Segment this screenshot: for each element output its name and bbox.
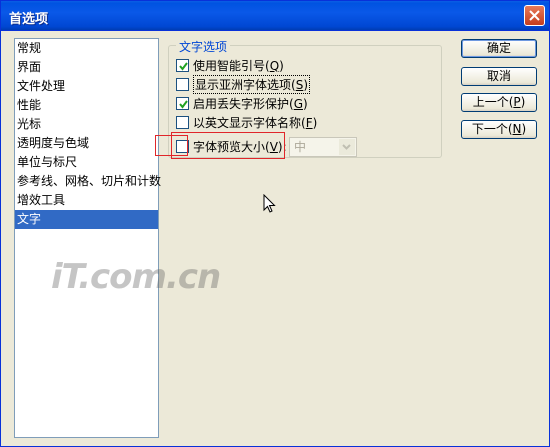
nav-item[interactable]: 透明度与色域 <box>15 134 158 153</box>
mouse-cursor-icon <box>263 194 276 213</box>
highlight-box-label <box>171 132 285 159</box>
english-font-names-option[interactable]: 以英文显示字体名称(F) <box>176 114 317 130</box>
english-font-names-checkbox[interactable] <box>176 115 189 129</box>
chevron-down-icon <box>342 144 351 150</box>
preview-size-value: 中 <box>294 140 307 154</box>
asian-options-option[interactable]: 显示亚洲字体选项(S) <box>176 74 310 94</box>
previous-button[interactable]: 上一个(P) <box>461 93 537 112</box>
close-button[interactable] <box>524 5 545 26</box>
window-title: 首选项 <box>9 12 49 27</box>
preview-size-select[interactable]: 中 <box>289 137 357 157</box>
smart-quotes-checkbox[interactable] <box>176 58 189 72</box>
nav-item[interactable]: 界面 <box>15 58 158 77</box>
watermark-logo: iT.com.cn <box>51 257 221 297</box>
ok-button[interactable]: 确定 <box>461 39 537 58</box>
checkmark-icon <box>179 61 188 71</box>
missing-glyph-option[interactable]: 启用丢失字形保护(G) <box>176 95 308 111</box>
smart-quotes-option[interactable]: 使用智能引号(Q) <box>176 57 284 73</box>
close-icon <box>529 10 540 21</box>
missing-glyph-checkbox[interactable] <box>176 96 189 110</box>
asian-options-checkbox[interactable] <box>176 77 189 91</box>
nav-item[interactable]: 增效工具 <box>15 191 158 210</box>
group-title: 文字选项 <box>176 38 231 55</box>
title-bar[interactable]: 首选项 <box>1 1 549 31</box>
nav-item[interactable]: 单位与标尺 <box>15 153 158 172</box>
nav-item[interactable]: 文件处理 <box>15 77 158 96</box>
preferences-dialog: 首选项 常规 界面 文件处理 性能 光标 透明度与色域 单位与标尺 参考线、网格、切片和计数增… <box>0 0 550 447</box>
nav-item[interactable]: 参考线、网格、切片和计数 <box>15 172 161 191</box>
nav-item[interactable]: 性能 <box>15 96 158 115</box>
next-button[interactable]: 下一个(N) <box>461 120 537 139</box>
nav-item[interactable]: 光标 <box>15 115 158 134</box>
nav-item[interactable]: 文字 <box>15 210 158 229</box>
dropdown-button[interactable] <box>339 139 355 155</box>
checkmark-icon <box>179 99 188 109</box>
category-list[interactable]: 常规 界面 文件处理 性能 光标 透明度与色域 单位与标尺 参考线、网格、切片和计数 增效工具文… <box>14 38 161 438</box>
cancel-button[interactable]: 取消 <box>461 67 537 86</box>
nav-item[interactable]: 常规 <box>15 39 158 58</box>
